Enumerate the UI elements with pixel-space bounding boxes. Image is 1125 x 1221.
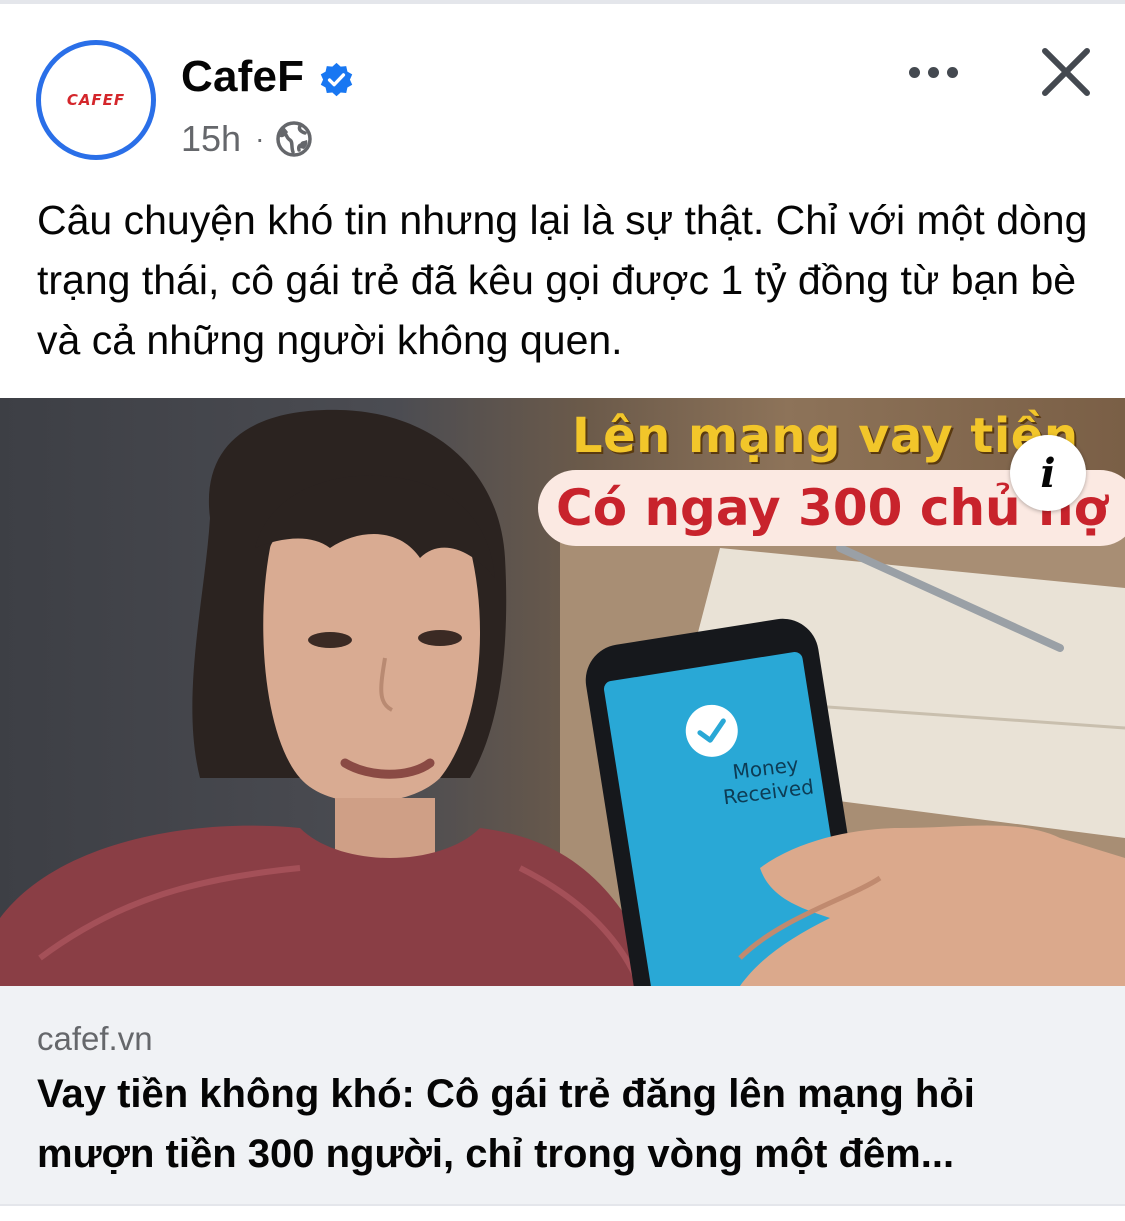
info-icon[interactable]: i: [1010, 435, 1086, 511]
page-name-link[interactable]: CafeF: [181, 52, 304, 102]
globe-icon[interactable]: [274, 119, 314, 159]
divider: [0, 1204, 1125, 1221]
verified-badge-icon: [320, 62, 353, 97]
divider: [0, 0, 1125, 4]
meta-separator: ·: [255, 123, 265, 154]
page-avatar[interactable]: CAFEF: [36, 40, 156, 160]
post-meta: 15h ·: [181, 118, 314, 160]
image-headline-yellow: Lên mạng vay tiền: [572, 408, 1079, 464]
post-text: Câu chuyện khó tin nhưng lại là sự thật.…: [37, 197, 1088, 363]
post-time[interactable]: 15h: [181, 118, 241, 160]
more-dot: [946, 66, 958, 78]
avatar-logo-text: CAFEF: [66, 91, 126, 109]
facebook-post-card: CAFEF CafeF 15h · Câu chuyện khó tin như…: [0, 0, 1125, 1221]
more-dot: [908, 66, 920, 78]
close-icon[interactable]: [1036, 42, 1096, 102]
link-title[interactable]: Vay tiền không khó: Cô gái trẻ đăng lên …: [37, 1064, 1097, 1184]
link-domain: cafef.vn: [37, 1020, 153, 1057]
more-options-button[interactable]: [902, 52, 964, 92]
more-dot: [927, 66, 939, 78]
